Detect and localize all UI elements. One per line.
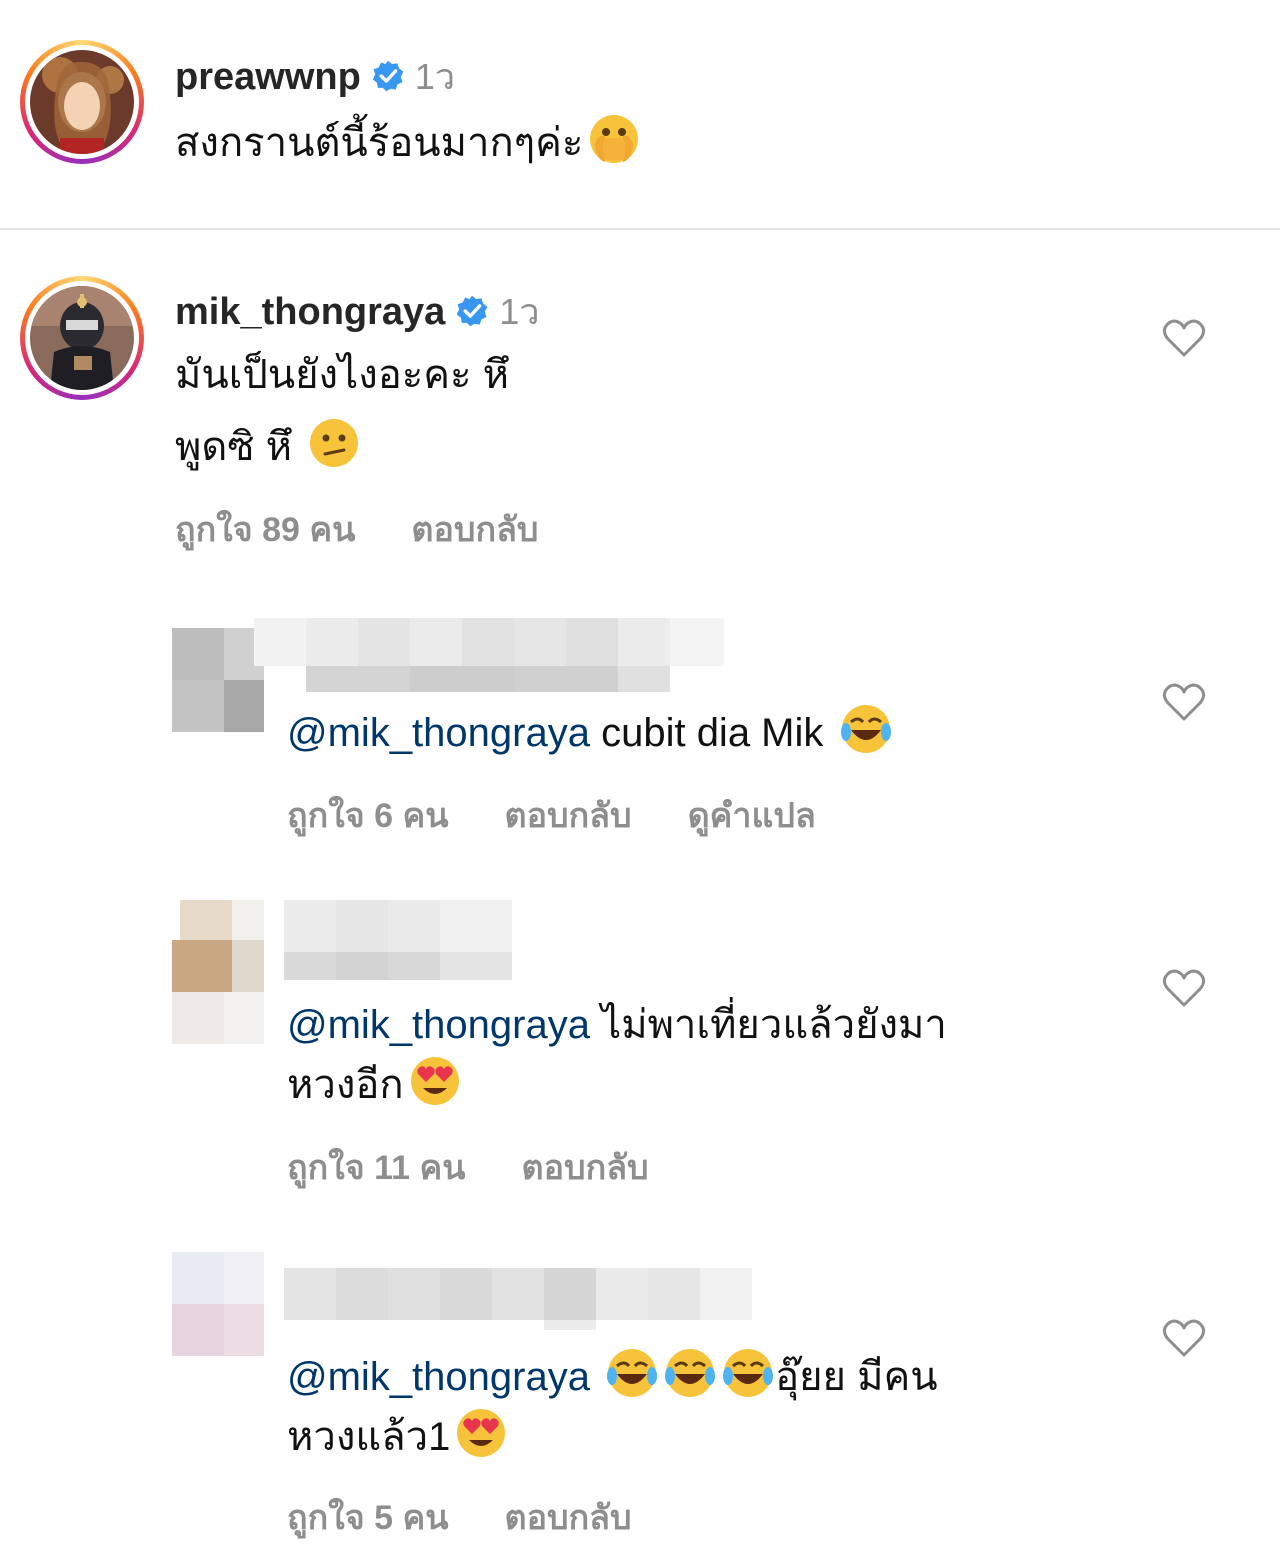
post-username[interactable]: preawwnp [175, 56, 361, 98]
reply3-username-blurred[interactable] [284, 1268, 752, 1330]
reply2-text-row2: หวงอีก [287, 1054, 462, 1116]
reply1-likes[interactable]: ถูกใจ 6 คน [287, 797, 448, 835]
reply3-avatar-blurred[interactable] [172, 1252, 264, 1356]
reply3-mention[interactable]: @mik_thongraya [287, 1355, 590, 1399]
face-with-tears-of-joy-emoji-icon [840, 705, 891, 753]
comment-main-avatar-wrap [20, 276, 144, 400]
reply3-actions: ถูกใจ 5 คน ตอบกลับ [287, 1490, 688, 1544]
reply2-username-blurred[interactable] [284, 900, 512, 980]
heart-eyes-emoji-icon [457, 1409, 506, 1457]
comment-main-likes[interactable]: ถูกใจ 89 คน [175, 511, 355, 549]
post-meta-line: preawwnp 1ว [175, 48, 455, 105]
comment-main-line1: มันเป็นยังไงอะคะ หึ [175, 353, 509, 397]
heart-icon[interactable] [1162, 1318, 1206, 1358]
reply3-text: อุ๊ยย มีคน [775, 1355, 938, 1399]
reply1-text: cubit dia Mik [589, 711, 824, 755]
reply1-reply-button[interactable]: ตอบกลับ [504, 797, 631, 835]
confused-face-emoji-icon [310, 419, 359, 467]
reply2-text: ไม่พาเที่ยวแล้วยังมา [589, 1003, 947, 1047]
reply1-username-blurred[interactable] [254, 618, 724, 692]
comment-main-meta-line: mik_thongraya 1ว [175, 283, 540, 340]
reply1-actions: ถูกใจ 6 คน ตอบกลับ ดูคำแปล [287, 788, 872, 842]
reply2-text2: หวงอีก [287, 1063, 404, 1107]
reply2-actions: ถูกใจ 11 คน ตอบกลับ [287, 1140, 705, 1194]
comment-main-line2: พูดซิ หึ [175, 425, 292, 469]
reply3-text-row2: หวงแล้ว1 [287, 1406, 508, 1468]
reply2-mention[interactable]: @mik_thongraya [287, 1003, 590, 1047]
comment-main-reply-button[interactable]: ตอบกลับ [411, 511, 538, 549]
comment-main-actions: ถูกใจ 89 คน ตอบกลับ [175, 502, 595, 556]
heart-icon[interactable] [1162, 968, 1206, 1008]
heart-icon[interactable] [1162, 318, 1206, 358]
comment-main-time: 1ว [499, 291, 540, 332]
avatar-mik-thongraya[interactable] [20, 276, 144, 400]
reply2-reply-button[interactable]: ตอบกลับ [522, 1149, 649, 1187]
reply3-likes[interactable]: ถูกใจ 5 คน [287, 1499, 448, 1537]
reply1-translate-button[interactable]: ดูคำแปล [688, 797, 816, 835]
verified-badge-icon [372, 60, 404, 92]
post-caption-row: สงกรานต์นี้ร้อนมากๆค่ะ [175, 112, 641, 174]
reply3-text-row: @mik_thongraya อุ๊ยย มีคน [287, 1346, 938, 1408]
reply2-likes[interactable]: ถูกใจ 11 คน [287, 1149, 466, 1187]
reply2-avatar-blurred[interactable] [172, 888, 264, 1044]
divider [0, 228, 1280, 230]
face-hand-over-mouth-emoji-icon [590, 115, 639, 163]
comment-main-line2-row: พูดซิ หึ [175, 416, 361, 478]
reply1-mention[interactable]: @mik_thongraya [287, 711, 590, 755]
reply3-reply-button[interactable]: ตอบกลับ [504, 1499, 631, 1537]
face-with-tears-of-joy-emoji-icon [665, 1349, 716, 1397]
face-with-tears-of-joy-emoji-icon [723, 1349, 774, 1397]
verified-badge-icon [457, 295, 488, 327]
post-time: 1ว [414, 56, 456, 97]
comment-main-username[interactable]: mik_thongraya [175, 291, 445, 333]
reply3-text2: หวงแล้ว1 [287, 1415, 451, 1459]
face-with-tears-of-joy-emoji-icon [607, 1349, 658, 1397]
post-header [20, 40, 144, 164]
post-caption: สงกรานต์นี้ร้อนมากๆค่ะ [175, 121, 584, 165]
reply1-avatar-blurred[interactable] [172, 628, 264, 732]
reply2-text-row: @mik_thongraya ไม่พาเที่ยวแล้วยังมา [287, 994, 947, 1056]
reply1-text-row: @mik_thongraya cubit dia Mik [287, 702, 893, 764]
avatar-preawwnp[interactable] [20, 40, 144, 164]
heart-eyes-emoji-icon [410, 1057, 459, 1105]
heart-icon[interactable] [1162, 682, 1206, 722]
